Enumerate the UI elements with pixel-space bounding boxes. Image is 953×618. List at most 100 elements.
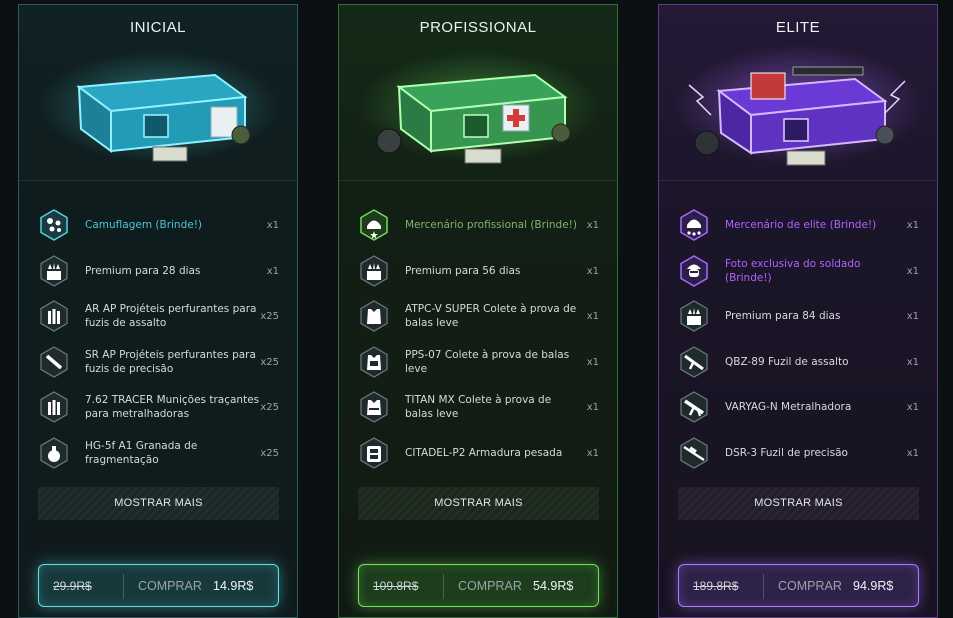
buy-button[interactable]: 189.8R$ COMPRAR 94.9R$ [678,564,919,607]
list-item: DSR-3 Fuzil de precisão x1 [659,433,937,473]
crate-illustration [359,51,599,164]
item-quantity: x1 [586,310,599,322]
list-item: Premium para 56 dias x1 [339,251,617,291]
item-name: HG-5f A1 Granada de fragmentação [85,440,198,466]
list-item: 7.62 TRACER Munições traçantes para metr… [19,387,297,427]
item-quantity: x25 [260,310,279,322]
item-name: 7.62 TRACER Munições traçantes para metr… [85,394,260,420]
item-name: TITAN MX Colete à prova de balas leve [405,394,552,420]
show-more-button[interactable]: MOSTRAR MAIS [358,487,599,520]
item-name: QBZ-89 Fuzil de assalto [725,356,849,368]
item-quantity: x1 [906,265,919,277]
divider [763,574,764,599]
list-item: Camuflagem (Brinde!) x1 [19,205,297,245]
elite-mercenary-icon [680,209,708,241]
item-name: PPS-07 Colete à prova de balas leve [405,349,570,375]
item-quantity: x25 [260,401,279,413]
item-quantity: x1 [266,265,279,277]
crate-image [339,45,617,181]
item-name: Premium para 84 dias [725,310,841,322]
vest-icon [360,391,388,423]
machinegun-icon [680,391,708,423]
item-name: Camuflagem (Brinde!) [85,219,203,231]
buy-label: COMPRAR [458,578,522,593]
soldier-photo-icon [680,255,708,287]
vest-icon [360,346,388,378]
item-name: DSR-3 Fuzil de precisão [725,447,848,459]
heavy-armor-icon [360,437,388,469]
crate-image [659,45,937,181]
list-item: SR AP Projéteis perfurantes para fuzis d… [19,342,297,382]
item-quantity: x1 [906,310,919,322]
item-name: ATPC-V SUPER Colete à prova de balas lev… [405,303,577,329]
list-item: Premium para 84 dias x1 [659,296,937,336]
item-name: VARYAG-N Metralhadora [725,401,852,413]
grenade-icon [40,437,68,469]
item-quantity: x1 [266,219,279,231]
list-item: TITAN MX Colete à prova de balas leve x1 [339,387,617,427]
list-item: CITADEL-P2 Armadura pesada x1 [339,433,617,473]
package-title: INICIAL [129,19,186,36]
camo-icon [40,209,68,241]
sniper-bullet-icon [40,346,68,378]
package-card-profissional: PROFISSIONAL Mercenário profissional (Br… [338,4,618,618]
package-card-elite: ELITE Mercenário de elite (Brinde!) x1 F… [658,4,938,618]
item-name: Mercenário profissional (Brinde!) [405,219,577,231]
list-item: ATPC-V SUPER Colete à prova de balas lev… [339,296,617,336]
show-more-button[interactable]: MOSTRAR MAIS [38,487,279,520]
package-title: ELITE [775,19,821,36]
item-quantity: x1 [586,356,599,368]
sniper-rifle-icon [680,437,708,469]
show-more-button[interactable]: MOSTRAR MAIS [678,487,919,520]
vest-icon [360,300,388,332]
divider [443,574,444,599]
item-name: Premium para 56 dias [405,265,521,277]
crate-illustration [39,51,279,163]
item-quantity: x1 [586,265,599,277]
item-quantity: x1 [586,447,599,459]
list-item: Foto exclusiva do soldado (Brinde!) x1 [659,251,937,291]
crate-image [19,45,297,181]
item-name: CITADEL-P2 Armadura pesada [405,447,563,459]
mercenary-icon [360,209,388,241]
divider [123,574,124,599]
item-name: Mercenário de elite (Brinde!) [725,219,877,231]
list-item: PPS-07 Colete à prova de balas leve x1 [339,342,617,382]
item-quantity: x1 [586,401,599,413]
list-item: Mercenário de elite (Brinde!) x1 [659,205,937,245]
buy-label: COMPRAR [778,578,842,593]
crate-illustration [674,45,924,166]
list-item: Premium para 28 dias x1 [19,251,297,291]
item-name: AR AP Projéteis perfurantes para fuzis d… [85,303,257,329]
item-quantity: x25 [260,356,279,368]
item-name: Foto exclusiva do soldado (Brinde!) [725,258,861,284]
rifle-icon [680,346,708,378]
price: 94.9R$ [853,578,894,593]
item-quantity: x1 [906,401,919,413]
premium-icon [40,255,68,287]
item-quantity: x1 [906,219,919,231]
premium-icon [360,255,388,287]
package-title: PROFISSIONAL [419,19,537,36]
bullets-icon [40,391,68,423]
item-quantity: x1 [586,219,599,231]
bullets-icon [40,300,68,332]
price: 54.9R$ [533,578,574,593]
item-quantity: x1 [906,356,919,368]
list-item: QBZ-89 Fuzil de assalto x1 [659,342,937,382]
buy-label: COMPRAR [138,578,202,593]
buy-button[interactable]: 29.9R$ COMPRAR 14.9R$ [38,564,279,607]
old-price: 109.8R$ [373,578,419,593]
list-item: VARYAG-N Metralhadora x1 [659,387,937,427]
premium-icon [680,300,708,332]
list-item: AR AP Projéteis perfurantes para fuzis d… [19,296,297,336]
item-quantity: x25 [260,447,279,459]
old-price: 29.9R$ [53,578,92,593]
price: 14.9R$ [213,578,254,593]
list-item: Mercenário profissional (Brinde!) x1 [339,205,617,245]
item-name: SR AP Projéteis perfurantes para fuzis d… [85,349,256,375]
item-name: Premium para 28 dias [85,265,201,277]
buy-button[interactable]: 109.8R$ COMPRAR 54.9R$ [358,564,599,607]
item-quantity: x1 [906,447,919,459]
list-item: HG-5f A1 Granada de fragmentação x25 [19,433,297,473]
